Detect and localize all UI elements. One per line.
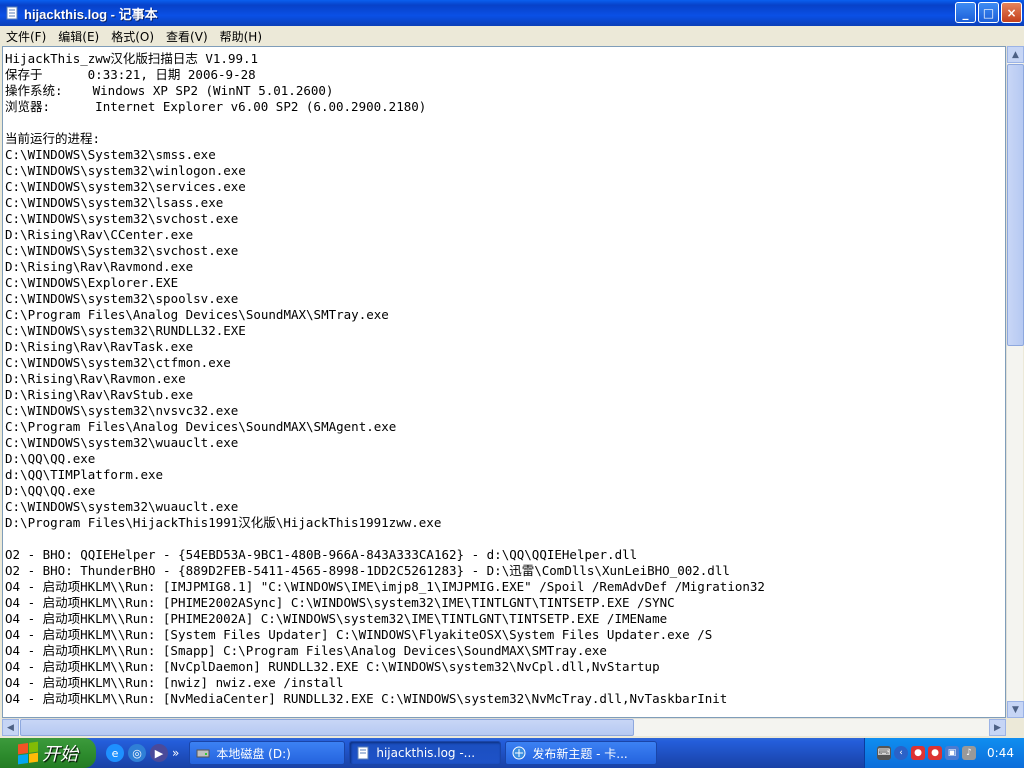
scroll-right-button[interactable]: ▶ bbox=[989, 719, 1006, 736]
text-line: O4 - 启动项HKLM\\Run: [PHIME2002A] C:\WINDO… bbox=[5, 611, 668, 626]
text-line: O4 - 启动项HKLM\\Run: [Smapp] C:\Program Fi… bbox=[5, 643, 607, 658]
network-icon[interactable]: ▣ bbox=[945, 746, 960, 760]
text-line bbox=[5, 531, 1005, 547]
text-line: 操作系统: Windows XP SP2 (WinNT 5.01.2600) bbox=[5, 83, 334, 98]
text-line: D:\Rising\Rav\Ravmon.exe bbox=[5, 371, 186, 386]
maximize-button[interactable]: □ bbox=[978, 2, 999, 23]
text-line: O2 - BHO: QQIEHelper - {54EBD53A-9BC1-48… bbox=[5, 547, 638, 562]
text-line: HijackThis_zww汉化版扫描日志 V1.99.1 bbox=[5, 51, 259, 66]
text-line: D:\Program Files\HijackThis1991汉化版\Hijac… bbox=[5, 515, 442, 530]
arrow-up-icon: ▲ bbox=[1012, 49, 1019, 60]
text-line: D:\Rising\Rav\RavStub.exe bbox=[5, 387, 194, 402]
maximize-icon: □ bbox=[982, 5, 995, 20]
scroll-up-button[interactable]: ▲ bbox=[1007, 46, 1024, 63]
text-line: O2 - BHO: ThunderBHO - {889D2FEB-5411-45… bbox=[5, 563, 730, 578]
vertical-scrollbar[interactable]: ▲ ▼ bbox=[1006, 46, 1024, 718]
notepad-icon bbox=[356, 746, 370, 760]
vertical-scroll-thumb[interactable] bbox=[1007, 64, 1024, 346]
text-line: C:\WINDOWS\system32\wuauclt.exe bbox=[5, 435, 239, 450]
text-line: D:\Rising\Rav\Ravmond.exe bbox=[5, 259, 194, 274]
text-line: C:\WINDOWS\system32\svchost.exe bbox=[5, 211, 239, 226]
horizontal-scroll-thumb[interactable] bbox=[20, 719, 634, 736]
text-line: C:\WINDOWS\system32\lsass.exe bbox=[5, 195, 224, 210]
qq-penguin-icon[interactable]: ● bbox=[911, 746, 926, 760]
text-line: D:\QQ\QQ.exe bbox=[5, 451, 96, 466]
text-line: C:\WINDOWS\system32\ctfmon.exe bbox=[5, 355, 231, 370]
horizontal-scrollbar[interactable]: ◀ ▶ bbox=[2, 718, 1006, 736]
quick-launch: e ◎ ▶ » bbox=[106, 744, 179, 762]
text-line: C:\WINDOWS\System32\smss.exe bbox=[5, 147, 216, 162]
text-line: 保存于 0:33:21, 日期 2006-9-28 bbox=[5, 67, 256, 82]
task-label-browser: 发布新主题 - 卡... bbox=[532, 746, 628, 761]
text-line: O4 - 启动项HKLM\\Run: [PHIME2002ASync] C:\W… bbox=[5, 595, 675, 610]
text-line: D:\Rising\Rav\CCenter.exe bbox=[5, 227, 194, 242]
clock: 0:44 bbox=[987, 746, 1014, 760]
browser-shortcut-icon[interactable]: ◎ bbox=[128, 744, 146, 762]
arrow-left-icon: ◀ bbox=[7, 722, 14, 733]
task-button-browser[interactable]: 发布新主题 - 卡... bbox=[505, 741, 658, 765]
text-line: O4 - 启动项HKLM\\Run: [NvCplDaemon] RUNDLL3… bbox=[5, 659, 660, 674]
chevron-more-icon[interactable]: » bbox=[172, 746, 179, 760]
ie-icon[interactable]: e bbox=[106, 744, 124, 762]
text-line bbox=[5, 115, 1005, 131]
start-button[interactable]: 开始 bbox=[0, 738, 96, 768]
text-line: O4 - 启动项HKLM\\Run: [nwiz] nwiz.exe /inst… bbox=[5, 675, 344, 690]
scroll-down-button[interactable]: ▼ bbox=[1007, 701, 1024, 718]
text-line: C:\WINDOWS\system32\spoolsv.exe bbox=[5, 291, 239, 306]
text-line: O4 - 启动项HKLM\\Run: [System Files Updater… bbox=[5, 627, 713, 642]
text-line: 浏览器: Internet Explorer v6.00 SP2 (6.00.2… bbox=[5, 99, 427, 114]
text-line: C:\WINDOWS\system32\winlogon.exe bbox=[5, 163, 246, 178]
menu-file[interactable]: 文件(F) bbox=[0, 28, 52, 45]
windows-logo-icon bbox=[18, 741, 38, 765]
minimize-button[interactable]: _ bbox=[955, 2, 976, 23]
task-label-drive: 本地磁盘 (D:) bbox=[216, 746, 291, 761]
notepad-icon bbox=[4, 5, 20, 21]
text-editor[interactable]: HijackThis_zww汉化版扫描日志 V1.99.1 保存于 0:33:21… bbox=[2, 46, 1006, 718]
qq-penguin-icon-2[interactable]: ● bbox=[928, 746, 943, 760]
task-label-notepad: hijackthis.log -... bbox=[376, 746, 476, 760]
menu-bar: 文件(F) 编辑(E) 格式(O) 查看(V) 帮助(H) bbox=[0, 26, 1024, 46]
task-button-notepad[interactable]: hijackthis.log -... bbox=[349, 741, 502, 765]
text-line: C:\WINDOWS\Explorer.EXE bbox=[5, 275, 179, 290]
volume-icon[interactable]: ♪ bbox=[962, 746, 977, 760]
media-player-icon[interactable]: ▶ bbox=[150, 744, 168, 762]
start-label: 开始 bbox=[42, 744, 78, 765]
text-line: C:\Program Files\Analog Devices\SoundMAX… bbox=[5, 307, 389, 322]
close-button[interactable]: × bbox=[1001, 2, 1022, 23]
menu-format[interactable]: 格式(O) bbox=[105, 28, 160, 45]
chevron-left-icon[interactable]: ‹ bbox=[894, 746, 909, 760]
text-line: C:\WINDOWS\System32\svchost.exe bbox=[5, 243, 239, 258]
browser-icon bbox=[512, 746, 526, 760]
menu-view[interactable]: 查看(V) bbox=[160, 28, 214, 45]
text-line: d:\QQ\TIMPlatform.exe bbox=[5, 467, 164, 482]
text-line: 当前运行的进程: bbox=[5, 131, 101, 146]
minimize-icon: _ bbox=[962, 5, 969, 20]
arrow-right-icon: ▶ bbox=[994, 722, 1001, 733]
text-line: C:\WINDOWS\system32\wuauclt.exe bbox=[5, 499, 239, 514]
taskbar: 开始 e ◎ ▶ » 本地磁盘 (D:) hijackthis.log -...… bbox=[0, 738, 1024, 768]
text-line: O4 - 启动项HKLM\\Run: [NvMediaCenter] RUNDL… bbox=[5, 691, 728, 706]
scroll-left-button[interactable]: ◀ bbox=[2, 719, 19, 736]
text-line: C:\WINDOWS\system32\RUNDLL32.EXE bbox=[5, 323, 246, 338]
notepad-window: hijackthis.log - 记事本 _ □ × 文件(F) 编辑(E) 格… bbox=[0, 0, 1024, 738]
title-bar[interactable]: hijackthis.log - 记事本 _ □ × bbox=[0, 0, 1024, 26]
text-line: O4 - 启动项HKLM\\Run: [IMJPMIG8.1] "C:\WIND… bbox=[5, 579, 765, 594]
text-line: C:\WINDOWS\system32\nvsvc32.exe bbox=[5, 403, 239, 418]
window-controls: _ □ × bbox=[955, 2, 1022, 23]
menu-help[interactable]: 帮助(H) bbox=[214, 28, 268, 45]
system-tray: ⌨ ‹ ● ● ▣ ♪ 0:44 bbox=[864, 738, 1024, 768]
menu-edit[interactable]: 编辑(E) bbox=[52, 28, 105, 45]
scrollbar-corner bbox=[1006, 718, 1023, 736]
text-line: D:\Rising\Rav\RavTask.exe bbox=[5, 339, 194, 354]
text-content[interactable]: HijackThis_zww汉化版扫描日志 V1.99.1 保存于 0:33:21… bbox=[5, 51, 1005, 717]
drive-icon bbox=[196, 746, 210, 760]
text-line: C:\Program Files\Analog Devices\SoundMAX… bbox=[5, 419, 397, 434]
window-title: hijackthis.log - 记事本 bbox=[24, 6, 158, 22]
arrow-down-icon: ▼ bbox=[1012, 704, 1019, 715]
keyboard-icon[interactable]: ⌨ bbox=[877, 746, 892, 760]
task-button-drive[interactable]: 本地磁盘 (D:) bbox=[189, 741, 346, 765]
text-line: C:\WINDOWS\system32\services.exe bbox=[5, 179, 246, 194]
close-icon: × bbox=[1006, 5, 1017, 20]
text-line: D:\QQ\QQ.exe bbox=[5, 483, 96, 498]
